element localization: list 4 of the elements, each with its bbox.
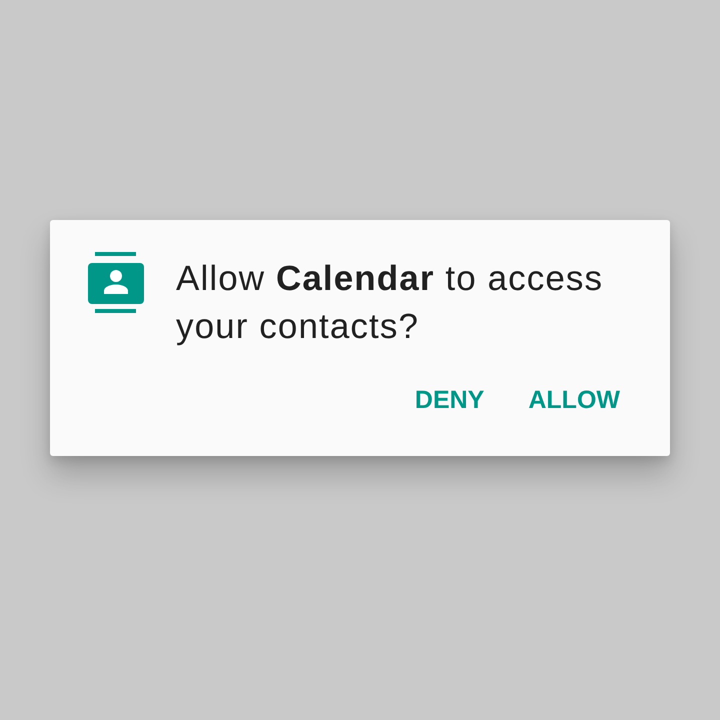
deny-button[interactable]: DENY <box>406 376 492 424</box>
dialog-message: Allow Calendar to access your contacts? <box>176 258 604 348</box>
contact-card-icon <box>88 252 144 315</box>
allow-button[interactable]: ALLOW <box>520 376 628 424</box>
